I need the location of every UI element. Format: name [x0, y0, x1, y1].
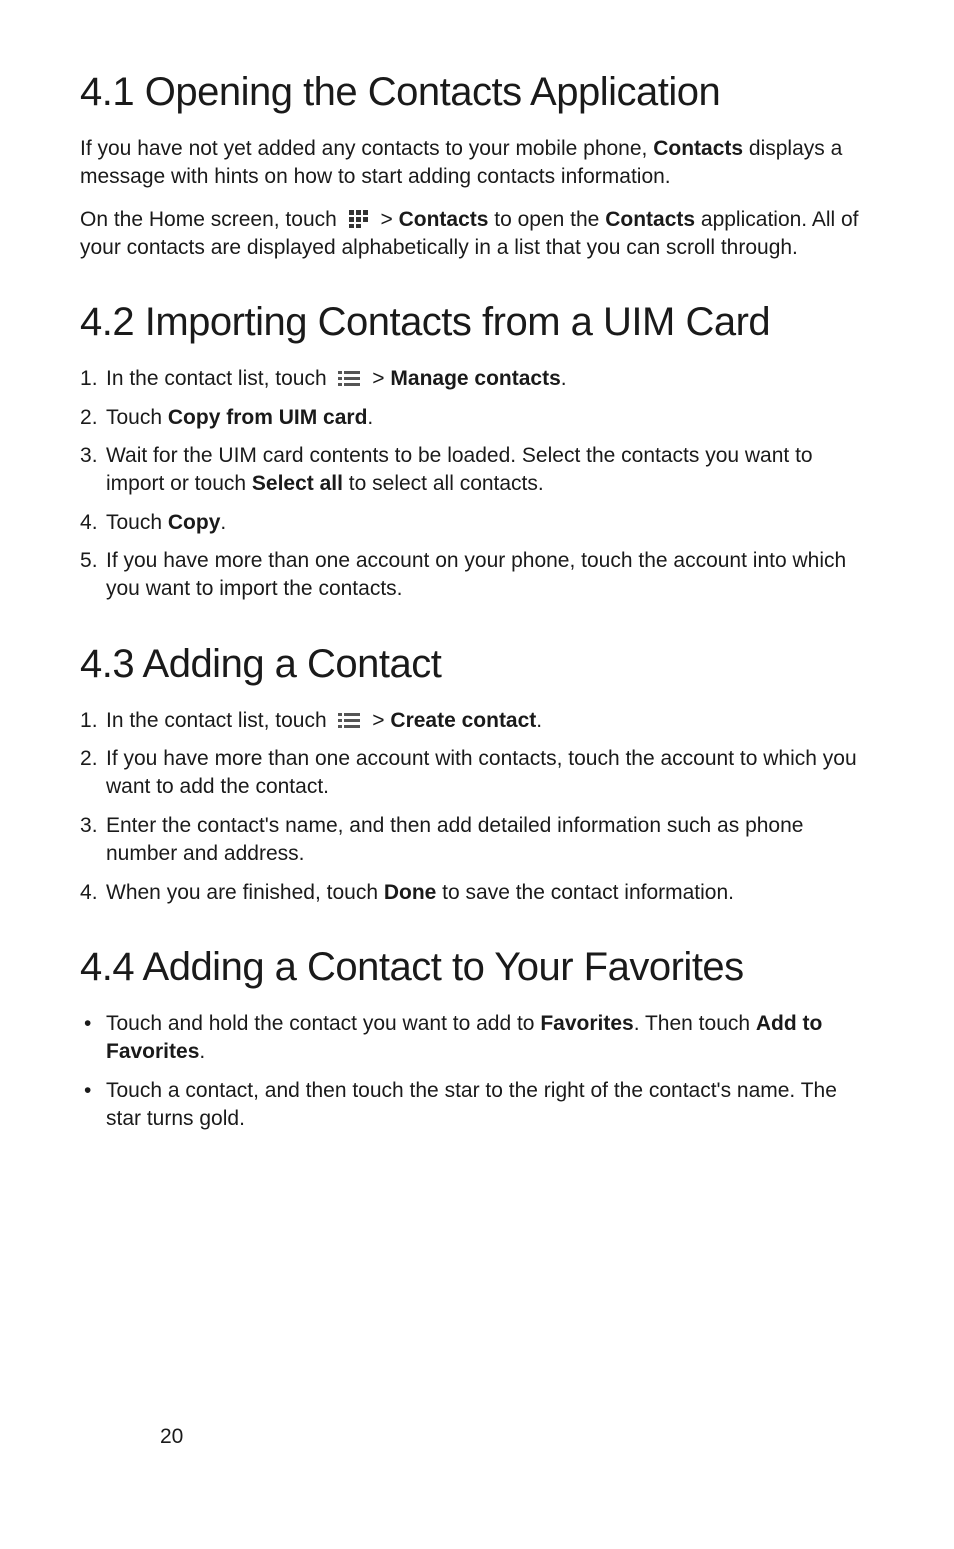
list-item: Enter the contact's name, and then add d…: [80, 812, 874, 869]
ordered-list: In the contact list, touch > Manage cont…: [80, 365, 874, 603]
menu-icon: [338, 367, 360, 383]
ordered-list: In the contact list, touch > Create cont…: [80, 707, 874, 907]
bullet-list: Touch and hold the contact you want to a…: [80, 1010, 874, 1133]
section-4-4: 4.4 Adding a Contact to Your Favorites T…: [80, 945, 874, 1133]
list-item: Touch Copy from UIM card.: [80, 404, 874, 432]
list-item: Touch Copy.: [80, 509, 874, 537]
list-item: Touch a contact, and then touch the star…: [80, 1077, 874, 1134]
apps-grid-icon: [349, 208, 369, 226]
list-item: When you are finished, touch Done to sav…: [80, 879, 874, 907]
section-4-3: 4.3 Adding a Contact In the contact list…: [80, 642, 874, 907]
menu-icon: [338, 709, 360, 725]
heading-4-1: 4.1 Opening the Contacts Application: [80, 70, 874, 115]
list-item: In the contact list, touch > Manage cont…: [80, 365, 874, 393]
section-4-1: 4.1 Opening the Contacts Application If …: [80, 70, 874, 262]
list-item: Wait for the UIM card contents to be loa…: [80, 442, 874, 499]
heading-4-3: 4.3 Adding a Contact: [80, 642, 874, 687]
section-4-2: 4.2 Importing Contacts from a UIM Card I…: [80, 300, 874, 603]
heading-4-2: 4.2 Importing Contacts from a UIM Card: [80, 300, 874, 345]
list-item: Touch and hold the contact you want to a…: [80, 1010, 874, 1067]
heading-4-4: 4.4 Adding a Contact to Your Favorites: [80, 945, 874, 990]
list-item: If you have more than one account on you…: [80, 547, 874, 604]
paragraph: If you have not yet added any contacts t…: [80, 135, 874, 192]
list-item: In the contact list, touch > Create cont…: [80, 707, 874, 735]
paragraph: On the Home screen, touch > Contacts to …: [80, 206, 874, 263]
list-item: If you have more than one account with c…: [80, 745, 874, 802]
